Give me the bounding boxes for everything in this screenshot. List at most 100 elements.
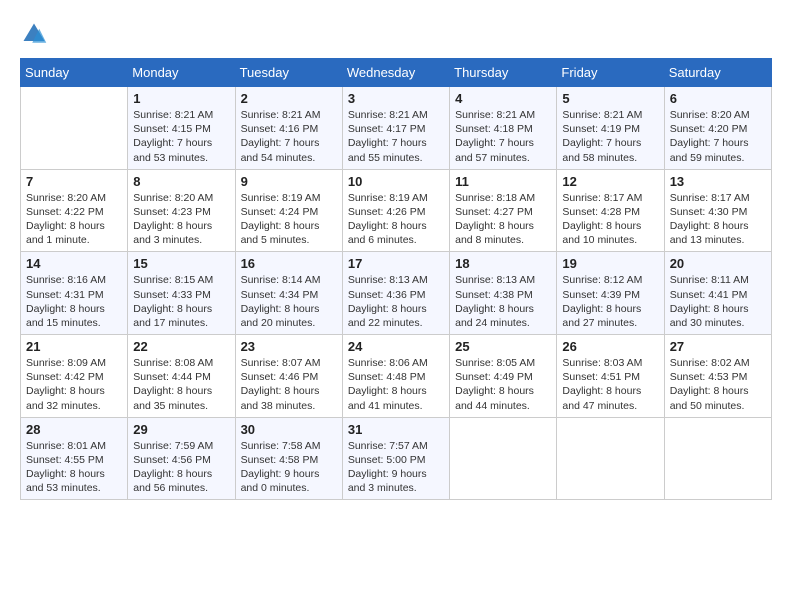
- day-number: 13: [670, 174, 766, 189]
- day-number: 22: [133, 339, 229, 354]
- calendar-cell: 21 Sunrise: 8:09 AM Sunset: 4:42 PM Dayli…: [21, 335, 128, 418]
- calendar-week-row: 21 Sunrise: 8:09 AM Sunset: 4:42 PM Dayli…: [21, 335, 772, 418]
- weekday-header: Tuesday: [235, 59, 342, 87]
- calendar-week-row: 14 Sunrise: 8:16 AM Sunset: 4:31 PM Dayli…: [21, 252, 772, 335]
- weekday-header: Friday: [557, 59, 664, 87]
- day-number: 2: [241, 91, 337, 106]
- day-number: 29: [133, 422, 229, 437]
- calendar-cell: 3Sunrise: 8:21 AM Sunset: 4:17 PM Daylig…: [342, 87, 449, 170]
- day-info: Sunrise: 8:17 AM Sunset: 4:28 PM Dayligh…: [562, 191, 658, 248]
- calendar-cell: 9 Sunrise: 8:19 AM Sunset: 4:24 PM Daylig…: [235, 169, 342, 252]
- calendar-cell: 16 Sunrise: 8:14 AM Sunset: 4:34 PM Dayli…: [235, 252, 342, 335]
- day-number: 21: [26, 339, 122, 354]
- calendar-cell: 4Sunrise: 8:21 AM Sunset: 4:18 PM Daylig…: [450, 87, 557, 170]
- calendar-cell: 10Sunrise: 8:19 AM Sunset: 4:26 PM Dayli…: [342, 169, 449, 252]
- day-number: 31: [348, 422, 444, 437]
- day-info: Sunrise: 8:02 AM Sunset: 4:53 PM Dayligh…: [670, 356, 766, 413]
- calendar-cell: 23 Sunrise: 8:07 AM Sunset: 4:46 PM Dayli…: [235, 335, 342, 418]
- calendar-body: 1 Sunrise: 8:21 AM Sunset: 4:15 PM Daylig…: [21, 87, 772, 500]
- day-number: 25: [455, 339, 551, 354]
- day-number: 30: [241, 422, 337, 437]
- calendar-week-row: 1 Sunrise: 8:21 AM Sunset: 4:15 PM Daylig…: [21, 87, 772, 170]
- day-number: 27: [670, 339, 766, 354]
- day-number: 28: [26, 422, 122, 437]
- day-number: 26: [562, 339, 658, 354]
- calendar-cell: [664, 417, 771, 500]
- day-info: Sunrise: 8:07 AM Sunset: 4:46 PM Dayligh…: [241, 356, 337, 413]
- calendar-cell: [450, 417, 557, 500]
- day-info: Sunrise: 8:20 AM Sunset: 4:22 PM Dayligh…: [26, 191, 122, 248]
- day-info: Sunrise: 8:12 AM Sunset: 4:39 PM Dayligh…: [562, 273, 658, 330]
- day-number: 5: [562, 91, 658, 106]
- calendar-cell: 6 Sunrise: 8:20 AM Sunset: 4:20 PM Daylig…: [664, 87, 771, 170]
- day-info: Sunrise: 7:58 AM Sunset: 4:58 PM Dayligh…: [241, 439, 337, 496]
- day-number: 23: [241, 339, 337, 354]
- day-number: 15: [133, 256, 229, 271]
- day-info: Sunrise: 8:20 AM Sunset: 4:20 PM Dayligh…: [670, 108, 766, 165]
- calendar-cell: [557, 417, 664, 500]
- calendar-cell: 17 Sunrise: 8:13 AM Sunset: 4:36 PM Dayli…: [342, 252, 449, 335]
- day-info: Sunrise: 8:13 AM Sunset: 4:36 PM Dayligh…: [348, 273, 444, 330]
- day-number: 6: [670, 91, 766, 106]
- day-number: 16: [241, 256, 337, 271]
- day-info: Sunrise: 8:01 AM Sunset: 4:55 PM Dayligh…: [26, 439, 122, 496]
- calendar-cell: 20 Sunrise: 8:11 AM Sunset: 4:41 PM Dayli…: [664, 252, 771, 335]
- day-info: Sunrise: 8:13 AM Sunset: 4:38 PM Dayligh…: [455, 273, 551, 330]
- weekday-header: Saturday: [664, 59, 771, 87]
- calendar-week-row: 7 Sunrise: 8:20 AM Sunset: 4:22 PM Daylig…: [21, 169, 772, 252]
- page-header: [20, 20, 772, 48]
- calendar-header: SundayMondayTuesdayWednesdayThursdayFrid…: [21, 59, 772, 87]
- calendar-cell: 1 Sunrise: 8:21 AM Sunset: 4:15 PM Daylig…: [128, 87, 235, 170]
- weekday-header: Monday: [128, 59, 235, 87]
- day-number: 20: [670, 256, 766, 271]
- day-info: Sunrise: 8:11 AM Sunset: 4:41 PM Dayligh…: [670, 273, 766, 330]
- day-info: Sunrise: 8:19 AM Sunset: 4:24 PM Dayligh…: [241, 191, 337, 248]
- calendar-cell: 18 Sunrise: 8:13 AM Sunset: 4:38 PM Dayli…: [450, 252, 557, 335]
- calendar-cell: 8 Sunrise: 8:20 AM Sunset: 4:23 PM Daylig…: [128, 169, 235, 252]
- day-info: Sunrise: 7:57 AM Sunset: 5:00 PM Dayligh…: [348, 439, 444, 496]
- calendar-week-row: 28 Sunrise: 8:01 AM Sunset: 4:55 PM Dayli…: [21, 417, 772, 500]
- day-info: Sunrise: 8:19 AM Sunset: 4:26 PM Dayligh…: [348, 191, 444, 248]
- day-info: Sunrise: 8:16 AM Sunset: 4:31 PM Dayligh…: [26, 273, 122, 330]
- calendar-cell: 22 Sunrise: 8:08 AM Sunset: 4:44 PM Dayli…: [128, 335, 235, 418]
- calendar-table: SundayMondayTuesdayWednesdayThursdayFrid…: [20, 58, 772, 500]
- day-info: Sunrise: 8:21 AM Sunset: 4:19 PM Dayligh…: [562, 108, 658, 165]
- calendar-cell: 13 Sunrise: 8:17 AM Sunset: 4:30 PM Dayli…: [664, 169, 771, 252]
- day-number: 17: [348, 256, 444, 271]
- day-number: 19: [562, 256, 658, 271]
- day-number: 9: [241, 174, 337, 189]
- day-info: Sunrise: 8:03 AM Sunset: 4:51 PM Dayligh…: [562, 356, 658, 413]
- day-number: 12: [562, 174, 658, 189]
- calendar-cell: 29 Sunrise: 7:59 AM Sunset: 4:56 PM Dayli…: [128, 417, 235, 500]
- calendar-cell: 5 Sunrise: 8:21 AM Sunset: 4:19 PM Daylig…: [557, 87, 664, 170]
- day-number: 7: [26, 174, 122, 189]
- calendar-cell: 28 Sunrise: 8:01 AM Sunset: 4:55 PM Dayli…: [21, 417, 128, 500]
- day-number: 1: [133, 91, 229, 106]
- day-number: 8: [133, 174, 229, 189]
- day-number: 3: [348, 91, 444, 106]
- logo: [20, 20, 52, 48]
- day-number: 14: [26, 256, 122, 271]
- calendar-cell: 27 Sunrise: 8:02 AM Sunset: 4:53 PM Dayli…: [664, 335, 771, 418]
- day-number: 11: [455, 174, 551, 189]
- day-info: Sunrise: 8:21 AM Sunset: 4:15 PM Dayligh…: [133, 108, 229, 165]
- day-info: Sunrise: 8:17 AM Sunset: 4:30 PM Dayligh…: [670, 191, 766, 248]
- weekday-header: Sunday: [21, 59, 128, 87]
- calendar-cell: 24Sunrise: 8:06 AM Sunset: 4:48 PM Dayli…: [342, 335, 449, 418]
- calendar-cell: 15Sunrise: 8:15 AM Sunset: 4:33 PM Dayli…: [128, 252, 235, 335]
- calendar-cell: 12 Sunrise: 8:17 AM Sunset: 4:28 PM Dayli…: [557, 169, 664, 252]
- day-info: Sunrise: 8:09 AM Sunset: 4:42 PM Dayligh…: [26, 356, 122, 413]
- calendar-cell: 25Sunrise: 8:05 AM Sunset: 4:49 PM Dayli…: [450, 335, 557, 418]
- day-info: Sunrise: 8:14 AM Sunset: 4:34 PM Dayligh…: [241, 273, 337, 330]
- logo-icon: [20, 20, 48, 48]
- weekday-header: Thursday: [450, 59, 557, 87]
- day-info: Sunrise: 8:20 AM Sunset: 4:23 PM Dayligh…: [133, 191, 229, 248]
- day-number: 18: [455, 256, 551, 271]
- calendar-cell: 31 Sunrise: 7:57 AM Sunset: 5:00 PM Dayli…: [342, 417, 449, 500]
- calendar-cell: 7 Sunrise: 8:20 AM Sunset: 4:22 PM Daylig…: [21, 169, 128, 252]
- calendar-cell: [21, 87, 128, 170]
- day-info: Sunrise: 8:08 AM Sunset: 4:44 PM Dayligh…: [133, 356, 229, 413]
- calendar-cell: 19 Sunrise: 8:12 AM Sunset: 4:39 PM Dayli…: [557, 252, 664, 335]
- day-info: Sunrise: 7:59 AM Sunset: 4:56 PM Dayligh…: [133, 439, 229, 496]
- day-info: Sunrise: 8:21 AM Sunset: 4:16 PM Dayligh…: [241, 108, 337, 165]
